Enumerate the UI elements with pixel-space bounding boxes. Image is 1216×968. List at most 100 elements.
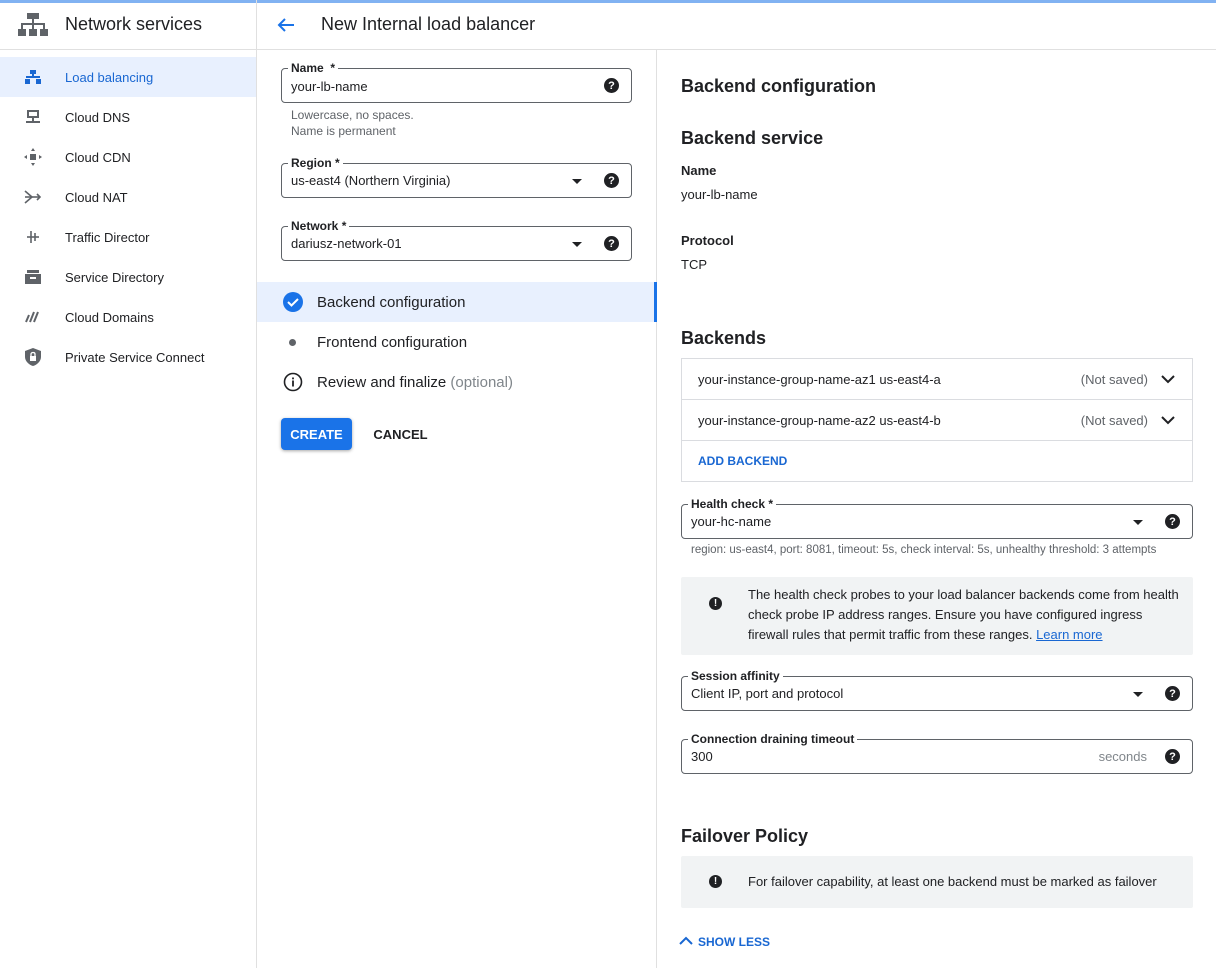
sidebar-item-label: Cloud DNS [65, 109, 131, 125]
session-affinity-value: Client IP, port and protocol [691, 686, 844, 701]
region-select[interactable]: Region * us-east4 (Northern Virginia) ? [281, 156, 632, 198]
traffic-director-icon [24, 228, 42, 246]
health-check-select[interactable]: Health check * your-hc-name ? [681, 497, 1193, 539]
learn-more-link[interactable]: Learn more [1036, 627, 1102, 642]
draining-timeout-label: Connection draining timeout [688, 732, 858, 746]
cloud-domains-icon [24, 308, 42, 326]
draining-timeout-help-icon[interactable]: ? [1165, 749, 1180, 764]
sidebar-title: Network services [65, 14, 203, 34]
region-field-label: Region * [288, 156, 343, 170]
backend-status: (Not saved) [1080, 413, 1148, 428]
network-value: dariusz-network-01 [291, 236, 402, 251]
info-icon: ! [709, 597, 722, 610]
show-less-label: SHOW LESS [698, 935, 771, 949]
health-check-info-box: ! The health check probes to your load b… [681, 577, 1193, 655]
protocol-value: TCP [681, 257, 707, 272]
info-icon: ! [709, 875, 722, 888]
protocol-label: Protocol [681, 233, 734, 248]
health-check-help-icon[interactable]: ? [1165, 514, 1180, 529]
sidebar-item-cloud-dns[interactable]: Cloud DNS [0, 97, 256, 137]
sidebar: Network services Load balancing Cloud DN… [0, 0, 257, 968]
cloud-dns-icon [24, 108, 42, 126]
backend-status: (Not saved) [1080, 372, 1148, 387]
region-value: us-east4 (Northern Virginia) [291, 173, 451, 188]
region-help-icon[interactable]: ? [604, 173, 619, 188]
sidebar-item-cloud-nat[interactable]: Cloud NAT [0, 177, 256, 217]
load-balancing-icon [24, 68, 42, 86]
page-title: New Internal load balancer [321, 14, 536, 34]
service-name-label: Name [681, 163, 717, 178]
back-arrow-icon[interactable] [274, 13, 298, 37]
health-check-dropdown-icon[interactable] [1133, 520, 1143, 525]
sidebar-item-label: Cloud CDN [65, 149, 131, 165]
chevron-up-icon [679, 935, 693, 949]
sidebar-item-private-service-connect[interactable]: Private Service Connect [0, 337, 256, 377]
step-review-and-finalize[interactable]: Review and finalize (optional) [257, 362, 657, 402]
service-name-value: your-lb-name [681, 187, 758, 202]
session-affinity-help-icon[interactable]: ? [1165, 686, 1180, 701]
sidebar-header: Network services [0, 0, 256, 50]
wizard-column: Name * your-lb-name ? Lowercase, no spac… [257, 50, 657, 968]
step-backend-configuration[interactable]: Backend configuration [257, 282, 657, 322]
sidebar-item-label: Load balancing [65, 69, 154, 85]
backend-row[interactable]: your-instance-group-name-az1 us-east4-a … [682, 359, 1192, 400]
page-header: New Internal load balancer [257, 0, 1216, 50]
sidebar-item-label: Service Directory [65, 269, 164, 285]
failover-policy-heading: Failover Policy [681, 826, 809, 846]
sidebar-item-service-directory[interactable]: Service Directory [0, 257, 256, 297]
info-outline-icon [283, 372, 303, 395]
check-circle-icon [283, 292, 303, 315]
step-label: Backend configuration [317, 293, 466, 311]
health-check-info-text: The health check probes to your load bal… [748, 587, 1179, 642]
backends-list: your-instance-group-name-az1 us-east4-a … [681, 358, 1193, 482]
service-directory-icon [24, 268, 42, 286]
backend-name: your-instance-group-name-az2 us-east4-b [698, 413, 941, 428]
health-check-value: your-hc-name [691, 514, 772, 529]
panel-title: Backend configuration [681, 76, 877, 96]
private-service-connect-icon [24, 348, 42, 366]
bullet-dot-icon [289, 339, 296, 346]
chevron-down-icon[interactable] [1160, 412, 1176, 428]
network-field-label: Network * [288, 219, 350, 233]
sidebar-item-label: Private Service Connect [65, 349, 205, 365]
name-help-icon[interactable]: ? [604, 78, 619, 93]
health-check-hint: region: us-east4, port: 8081, timeout: 5… [691, 544, 1157, 556]
step-label: Frontend configuration [317, 333, 468, 351]
session-affinity-dropdown-icon[interactable] [1133, 692, 1143, 697]
session-affinity-label: Session affinity [688, 669, 783, 683]
sidebar-item-load-balancing[interactable]: Load balancing [0, 57, 256, 97]
seconds-suffix: seconds [1098, 749, 1147, 764]
backend-config-panel: Backend configuration Backend service Na… [657, 50, 1216, 968]
backend-name: your-instance-group-name-az1 us-east4-a [698, 372, 941, 387]
network-select[interactable]: Network * dariusz-network-01 ? [281, 219, 632, 261]
cloud-nat-icon [24, 188, 42, 206]
draining-timeout-value[interactable]: 300 [691, 749, 713, 764]
name-input-value[interactable]: your-lb-name [291, 79, 368, 94]
sidebar-item-cloud-cdn[interactable]: Cloud CDN [0, 137, 256, 177]
step-label: Review and finalize (optional) [317, 373, 513, 391]
name-hint-permanent: Name is permanent [291, 124, 396, 138]
backend-row[interactable]: your-instance-group-name-az2 us-east4-b … [682, 400, 1192, 441]
failover-info-text: For failover capability, at least one ba… [748, 874, 1157, 889]
sidebar-item-cloud-domains[interactable]: Cloud Domains [0, 297, 256, 337]
network-services-icon [18, 12, 48, 38]
network-help-icon[interactable]: ? [604, 236, 619, 251]
region-dropdown-icon[interactable] [572, 179, 582, 184]
sidebar-item-traffic-director[interactable]: Traffic Director [0, 217, 256, 257]
sidebar-item-label: Traffic Director [65, 229, 150, 245]
step-frontend-configuration[interactable]: Frontend configuration [257, 322, 657, 362]
health-check-label: Health check * [688, 497, 777, 511]
add-backend-button[interactable]: ADD BACKEND [698, 454, 787, 468]
cancel-button[interactable]: CANCEL [365, 418, 436, 450]
failover-info-box: ! For failover capability, at least one … [681, 856, 1193, 908]
session-affinity-select[interactable]: Session affinity Client IP, port and pro… [681, 669, 1193, 711]
backend-service-heading: Backend service [681, 128, 824, 148]
show-less-button[interactable]: SHOW LESS [679, 935, 770, 949]
name-field[interactable]: Name * your-lb-name ? [281, 61, 632, 103]
chevron-down-icon[interactable] [1160, 371, 1176, 387]
create-button[interactable]: CREATE [281, 418, 352, 450]
name-hint-lowercase: Lowercase, no spaces. [291, 108, 414, 122]
connection-draining-timeout-field[interactable]: Connection draining timeout 300 seconds … [681, 732, 1193, 774]
network-dropdown-icon[interactable] [572, 242, 582, 247]
backends-heading: Backends [681, 328, 767, 348]
